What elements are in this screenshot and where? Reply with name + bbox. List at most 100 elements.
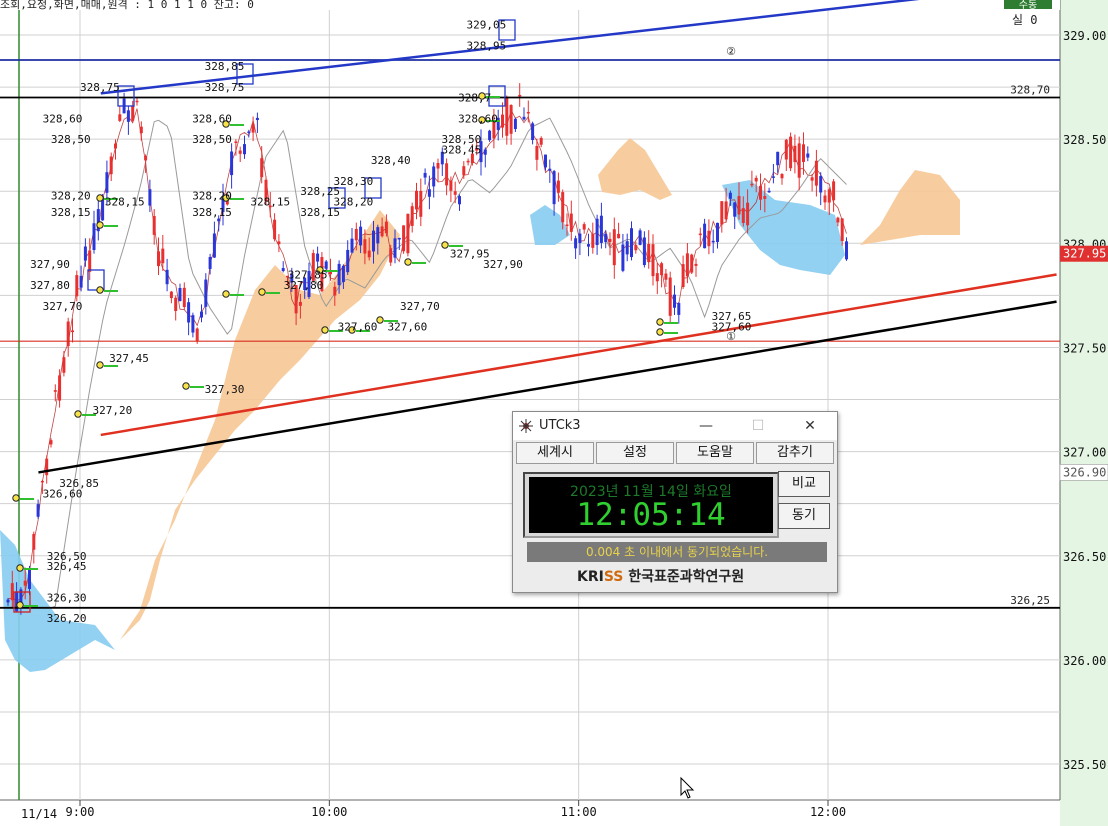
candle-body	[505, 96, 509, 136]
maximize-icon[interactable]: ☐	[743, 415, 773, 437]
candle-body	[591, 233, 595, 248]
candle-body	[182, 287, 186, 308]
kriss-logo: KRISS 한국표준과학연구원	[577, 566, 777, 588]
candle-body	[776, 151, 780, 166]
price-label: 327,80	[30, 279, 70, 292]
price-axis-tick: 327.50	[1063, 341, 1106, 355]
hide-button[interactable]: 감추기	[756, 442, 834, 464]
price-label: 328,60	[192, 112, 232, 125]
candle-body	[802, 144, 805, 162]
candle-body	[518, 94, 522, 97]
utck-window[interactable]: UTCk3 — ☐ ✕ 세계시 설정 도움말 감추기 2023년 11월 14일…	[512, 411, 838, 593]
candle-body	[337, 263, 341, 286]
price-axis-pane	[1060, 0, 1108, 826]
current-price-label: 327.95	[1063, 247, 1106, 261]
candle-body	[165, 269, 169, 285]
top-status-text: 조회,요청,화면,매매,원격 : 1 0 1 1 0 잔고: 0	[0, 0, 254, 11]
candle-body	[238, 150, 242, 154]
signal-dot	[74, 410, 82, 418]
candle-body	[797, 143, 801, 178]
candle-body	[552, 171, 556, 205]
price-axis-tick: 327.00	[1063, 446, 1106, 460]
candle-body	[789, 136, 793, 169]
candle-body	[634, 244, 638, 251]
price-label: 328,95	[466, 39, 506, 52]
signal-dot	[96, 221, 104, 229]
candle-body	[393, 238, 397, 258]
candle-body	[741, 208, 745, 224]
help-button[interactable]: 도움말	[676, 442, 754, 464]
sync-status-bar: 0.004 초 이내에서 동기되었습니다.	[527, 542, 827, 562]
candle-body	[840, 218, 844, 242]
minimize-icon[interactable]: —	[691, 415, 721, 437]
candle-body	[814, 160, 818, 186]
candle-body	[677, 303, 681, 315]
candle-body	[105, 172, 109, 193]
signal-dot	[376, 316, 384, 324]
candle-body	[191, 315, 195, 333]
candle-body	[161, 248, 165, 264]
price-label: 328,15	[105, 196, 145, 209]
candle-body	[724, 201, 728, 220]
candle-body	[810, 177, 814, 181]
candle-body	[647, 243, 651, 263]
candle-body	[204, 279, 208, 307]
candle-body	[595, 218, 599, 246]
price-label: 328,85	[205, 60, 245, 73]
price-label: 328,15	[250, 196, 290, 209]
price-axis-tick: 326.00	[1063, 654, 1106, 668]
sync-button[interactable]: 동기	[778, 503, 830, 529]
candle-body	[660, 263, 664, 276]
candle-body	[32, 534, 36, 550]
candle-body	[759, 185, 762, 200]
candle-body	[40, 480, 44, 483]
candle-body	[187, 302, 191, 323]
kriss-logo-s: SS	[603, 569, 624, 585]
close-icon[interactable]: ✕	[795, 415, 825, 437]
candle-body	[208, 256, 212, 269]
candle-body	[75, 275, 79, 297]
candle-body	[664, 273, 668, 280]
candle-body	[384, 221, 388, 234]
candle-body	[535, 145, 539, 160]
price-label: 329,05	[466, 19, 506, 32]
time-axis-tick: 11:00	[561, 805, 597, 819]
candle-body	[363, 239, 367, 254]
candle-body	[793, 145, 797, 163]
candle-body	[359, 226, 363, 246]
candle-body	[655, 273, 659, 282]
candle-body	[578, 233, 582, 243]
candle-body	[698, 233, 702, 236]
price-label: 326,45	[47, 560, 87, 573]
candle-body	[397, 237, 401, 240]
world-time-button[interactable]: 세계시	[516, 442, 594, 464]
candle-body	[45, 458, 49, 476]
candle-body	[88, 250, 92, 272]
candle-body	[780, 174, 784, 179]
price-label: 327,90	[483, 258, 523, 271]
candle-body	[771, 176, 775, 178]
candle-body	[513, 118, 517, 130]
candle-body	[604, 234, 608, 243]
candle-body	[767, 190, 771, 193]
compare-button[interactable]: 비교	[778, 471, 830, 497]
price-label: 328,20	[333, 196, 373, 209]
candle-body	[582, 224, 586, 230]
utck-titlebar[interactable]: UTCk3 — ☐ ✕	[513, 412, 837, 440]
candle-body	[836, 217, 840, 223]
partial-price-label: 326.90	[1063, 465, 1106, 479]
candle-body	[509, 105, 513, 134]
candle-body	[845, 241, 848, 260]
candle-body	[707, 230, 711, 247]
candle-body	[625, 241, 629, 255]
candle-body	[544, 154, 547, 168]
settings-button[interactable]: 설정	[596, 442, 674, 464]
candle-body	[83, 246, 87, 261]
candle-body	[131, 105, 135, 121]
candle-body	[668, 277, 672, 316]
signal-dot	[16, 601, 24, 609]
price-label: 328,60	[43, 112, 83, 125]
price-label: 327,30	[205, 383, 245, 396]
candle-body	[462, 166, 466, 176]
candle-body	[711, 240, 715, 243]
